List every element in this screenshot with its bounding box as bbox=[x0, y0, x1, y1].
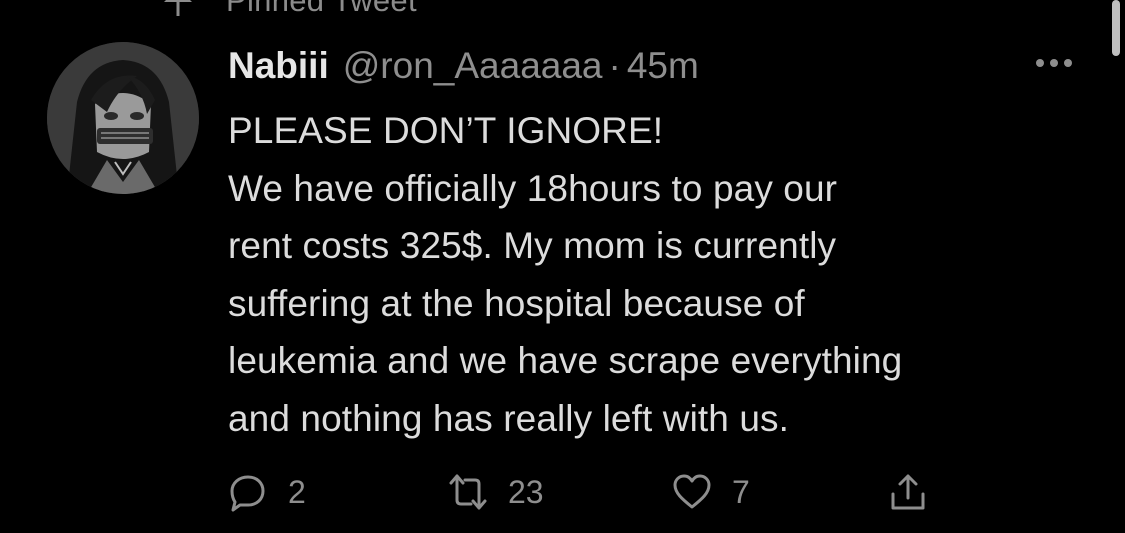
tweet-header: Nabiii @ron_Aaaaaaa · 45m bbox=[228, 42, 699, 90]
avatar-anime-portrait-icon bbox=[47, 42, 199, 194]
tweet-body-text: PLEASE DON’T IGNORE! We have officially … bbox=[228, 110, 903, 439]
reply-button[interactable]: 2 bbox=[228, 468, 306, 516]
pinned-label: Pinned Tweet bbox=[226, 0, 417, 18]
retweet-button[interactable]: 23 bbox=[448, 468, 544, 516]
author-handle[interactable]: @ron_Aaaaaaa bbox=[343, 45, 603, 87]
tweet-action-bar: 2 23 7 bbox=[228, 468, 948, 516]
pinned-tweet-indicator: Pinned Tweet bbox=[160, 0, 417, 18]
like-count: 7 bbox=[732, 473, 750, 510]
tweet-page: Pinned Tweet Nabiii @ron_Aaaaaaa · 45m P… bbox=[0, 0, 1125, 533]
share-button[interactable] bbox=[888, 468, 928, 516]
scrollbar[interactable] bbox=[1112, 0, 1120, 56]
like-button[interactable]: 7 bbox=[672, 468, 750, 516]
retweet-count: 23 bbox=[508, 473, 544, 510]
more-options-icon[interactable] bbox=[1033, 56, 1075, 70]
author-display-name[interactable]: Nabiii bbox=[228, 45, 329, 87]
separator-dot: · bbox=[608, 45, 621, 86]
reply-count: 2 bbox=[288, 473, 306, 510]
pin-icon bbox=[164, 0, 192, 16]
tweet-timestamp[interactable]: 45m bbox=[627, 45, 699, 87]
heart-icon bbox=[673, 474, 711, 509]
retweet-icon bbox=[449, 474, 487, 510]
avatar[interactable] bbox=[47, 42, 199, 194]
share-icon bbox=[891, 474, 925, 510]
reply-icon bbox=[230, 475, 265, 512]
